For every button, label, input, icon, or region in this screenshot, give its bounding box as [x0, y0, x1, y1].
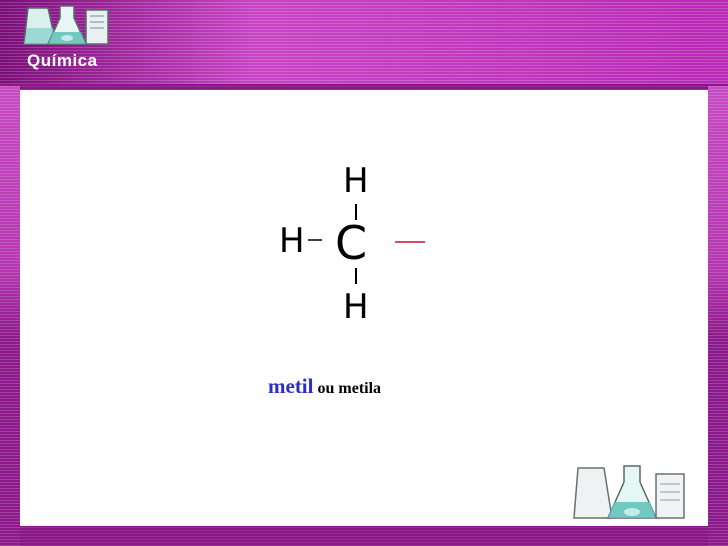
left-hydrogen: H	[279, 221, 305, 261]
left-bond	[308, 239, 322, 241]
free-valence-bond	[395, 241, 425, 243]
carbon-atom: C	[335, 216, 368, 270]
lab-glassware-icon	[573, 465, 685, 519]
subject-title: Química	[27, 51, 98, 70]
right-rail	[708, 86, 728, 546]
bottom-hydrogen: H	[343, 287, 369, 327]
left-rail	[0, 86, 20, 546]
bottom-bond	[355, 268, 357, 284]
group-alt-name: ou metila	[317, 380, 382, 397]
group-name-caption: metil ou metila	[268, 374, 381, 399]
lab-glassware-icon	[23, 5, 109, 45]
top-hydrogen: H	[343, 161, 369, 201]
group-name: metil	[268, 374, 314, 398]
methyl-structure: H H C H	[255, 160, 455, 330]
